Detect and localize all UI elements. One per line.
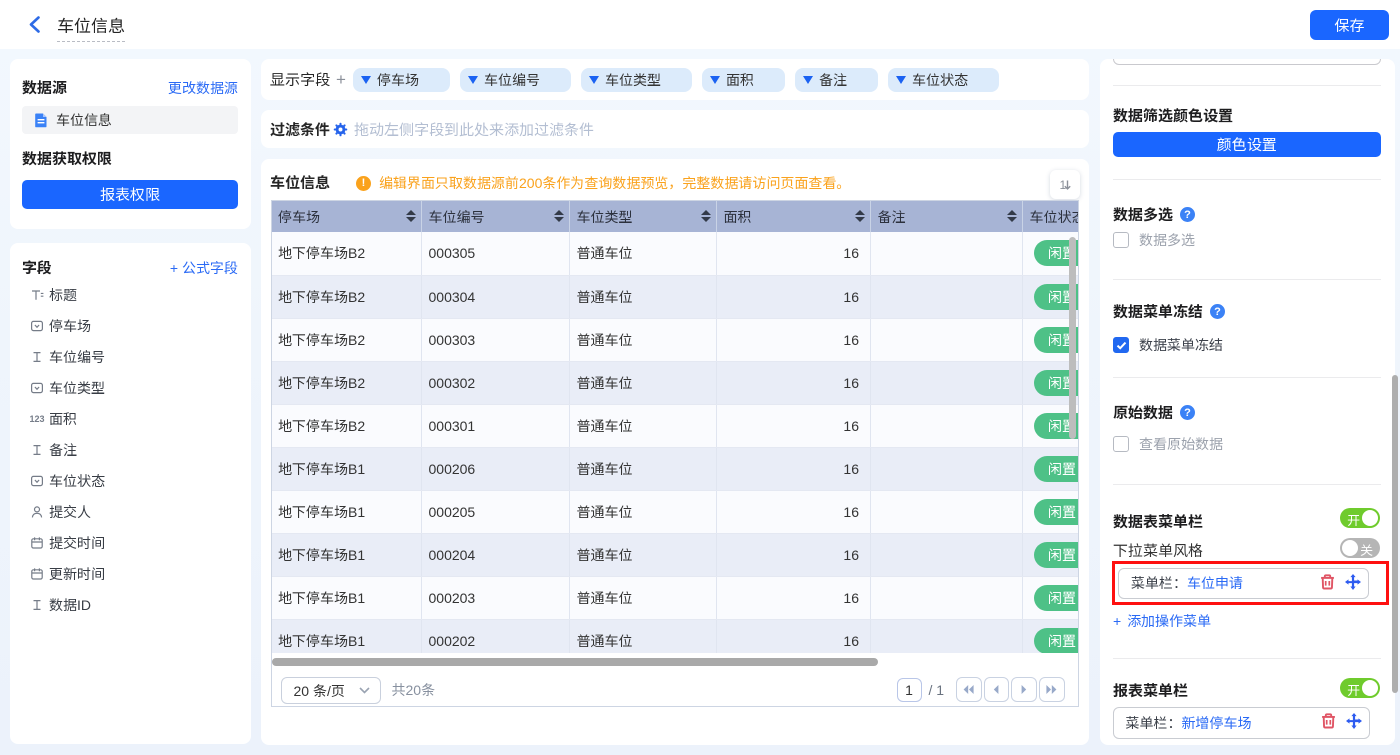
svg-text:1: 1: [1060, 178, 1067, 192]
